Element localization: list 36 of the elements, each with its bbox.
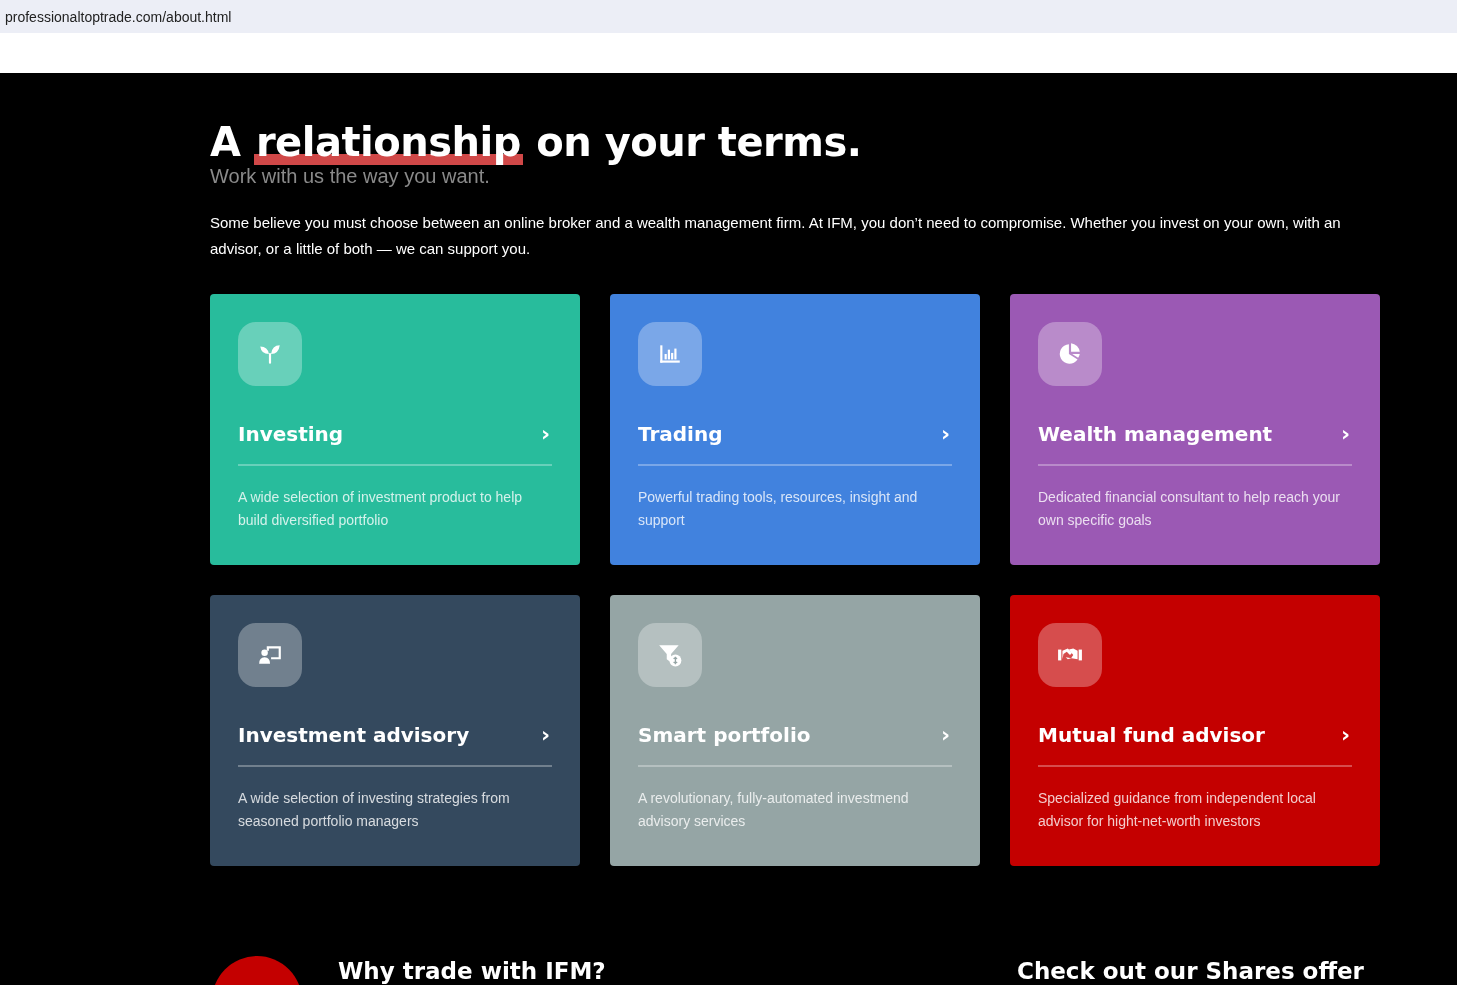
intro-paragraph: Some believe you must choose between an online broker and a wealth management firm. At IFM, you don’t need to compromise. Whether you invest on your own, with an advisor, or a little of both — we can support you. bbox=[210, 213, 1342, 259]
handshake-icon bbox=[1038, 623, 1102, 687]
page-heading: A relationship on your terms. bbox=[210, 118, 863, 167]
funnel-icon bbox=[638, 623, 702, 687]
card-description: Powerful trading tools, resources, insight and support bbox=[638, 488, 919, 530]
card-description: A wide selection of investment product to help build diversified portfolio bbox=[238, 488, 524, 530]
service-card[interactable]: Investing › A wide selection of investment product to help build diversified portfolio bbox=[210, 294, 580, 565]
card-description: A revolutionary, fully-automated investmend advisory services bbox=[638, 789, 910, 831]
card-title: Wealth management bbox=[1038, 422, 1273, 446]
address-bar[interactable]: professionaltoptrade.com/about.html bbox=[0, 0, 1457, 33]
pie-icon bbox=[1038, 322, 1102, 386]
chevron-icon: › bbox=[540, 725, 550, 745]
section-heading: Check out our Shares offer bbox=[1017, 958, 1364, 984]
card-description: A wide selection of investing strategies from seasoned portfolio managers bbox=[238, 789, 511, 831]
chart-icon bbox=[638, 322, 702, 386]
chevron-icon: › bbox=[1340, 424, 1350, 444]
sprout-icon bbox=[238, 322, 302, 386]
card-title: Trading bbox=[638, 422, 723, 446]
card-description: Dedicated financial consultant to help reach your own specific goals bbox=[1038, 488, 1341, 530]
presenter-icon bbox=[238, 623, 302, 687]
chevron-icon: › bbox=[940, 725, 950, 745]
card-title: Mutual fund advisor bbox=[1038, 723, 1265, 747]
card-description: Specialized guidance from independent local advisor for hight-net-worth investors bbox=[1038, 789, 1317, 831]
chevron-icon: › bbox=[540, 424, 550, 444]
card-title: Investing bbox=[238, 422, 344, 446]
service-card[interactable]: Mutual fund advisor › Specialized guidance from independent local advisor for hight-net-worth investors bbox=[1010, 595, 1380, 866]
chevron-icon: › bbox=[940, 424, 950, 444]
section-heading: Why trade with IFM? bbox=[338, 958, 606, 984]
subheading: Work with us the way you want. bbox=[210, 165, 491, 188]
card-title: Smart portfolio bbox=[638, 723, 811, 747]
service-card[interactable]: Trading › Powerful trading tools, resources, insight and support bbox=[610, 294, 980, 565]
chevron-icon: › bbox=[1340, 725, 1350, 745]
service-card[interactable]: Smart portfolio › A revolutionary, fully-automated investmend advisory services bbox=[610, 595, 980, 866]
card-title: Investment advisory bbox=[238, 723, 470, 747]
service-card[interactable]: Investment advisory › A wide selection of investing strategies from seasoned portfolio managers bbox=[210, 595, 580, 866]
service-card[interactable]: Wealth management › Dedicated financial consultant to help reach your own specific goals bbox=[1010, 294, 1380, 565]
